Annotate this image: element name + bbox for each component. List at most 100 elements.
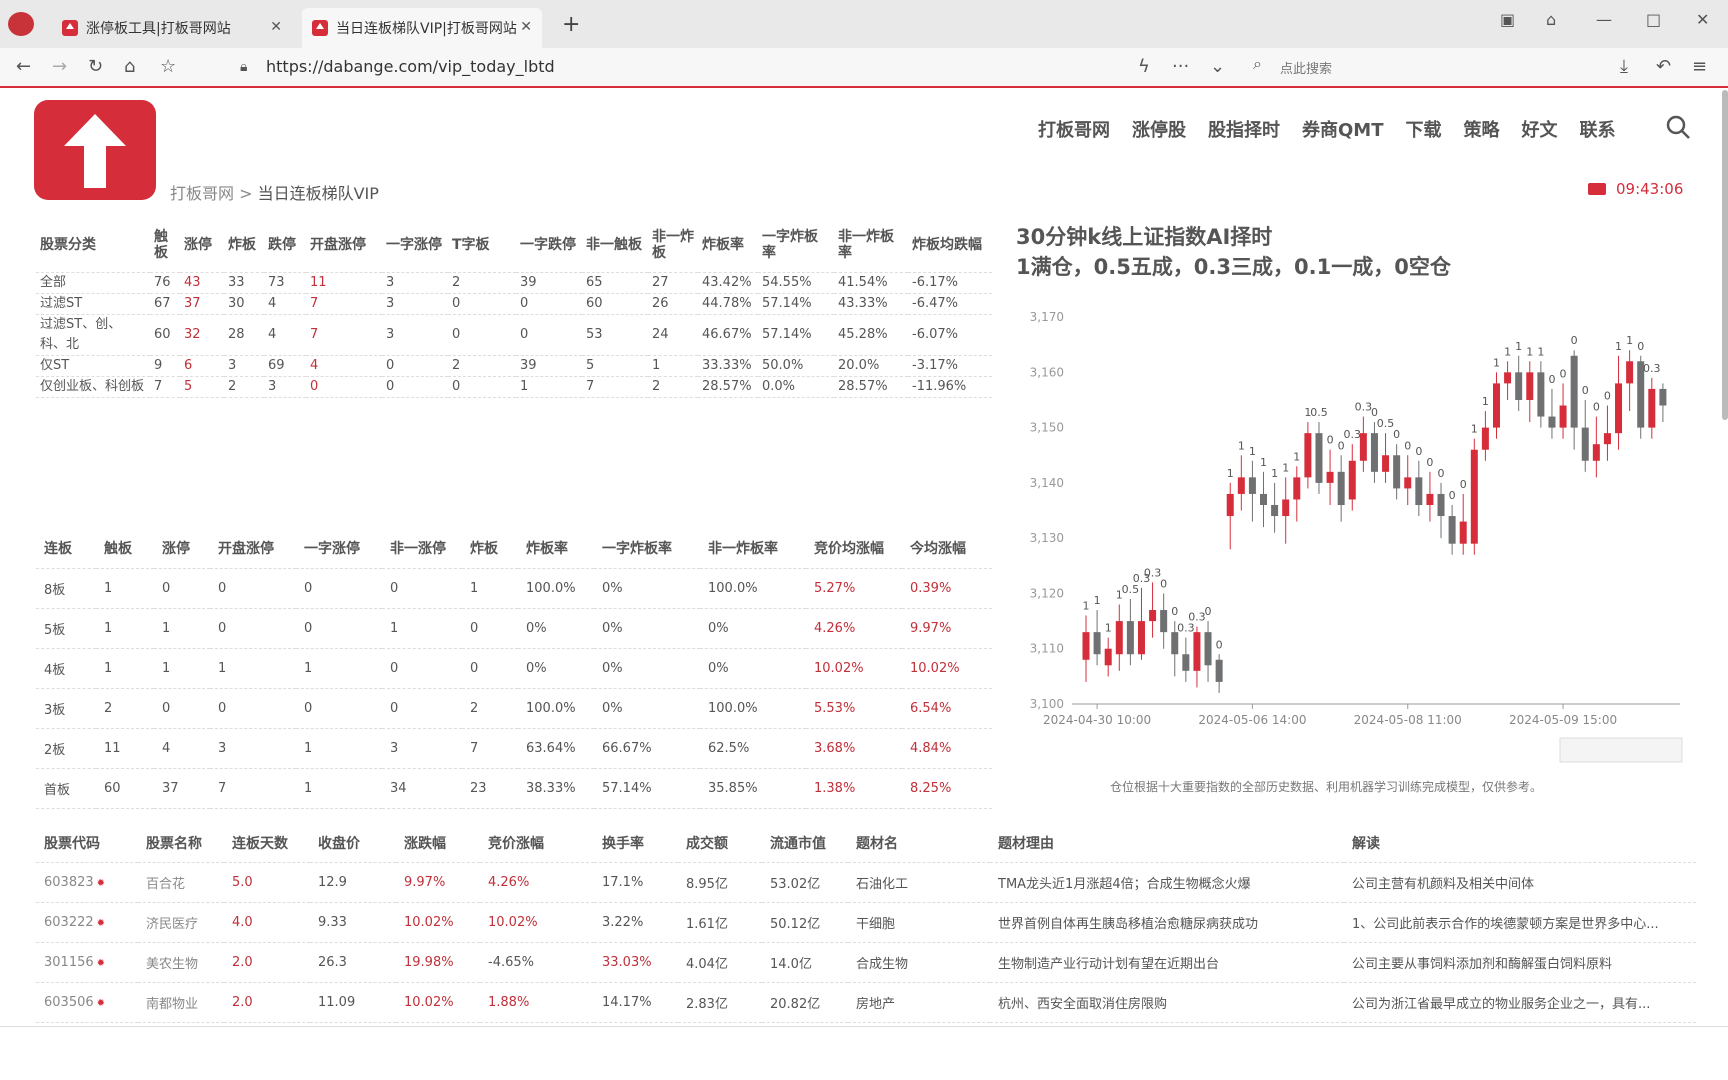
column-header[interactable]: 开盘涨停	[210, 528, 296, 568]
nav-item-home[interactable]: 打板哥网	[1038, 116, 1110, 142]
column-header[interactable]: 竞价涨幅	[480, 824, 594, 862]
nav-item-strategy[interactable]: 策略	[1464, 116, 1500, 142]
column-header[interactable]: 炸板率	[518, 528, 594, 568]
lightning-icon[interactable]: ϟ	[1138, 56, 1150, 77]
table-cell: 57.14%	[602, 780, 652, 796]
tab-ladder-vip[interactable]: 当日连板梯队VIP|打板哥网站 ✕	[302, 8, 542, 48]
table-row[interactable]: 仅ST 9 6 3 69 4 0 2 39 5 1 33.33% 50.0% 20.0% -3.17%	[36, 355, 992, 376]
column-header[interactable]: 开盘涨停	[306, 218, 382, 272]
nav-item-timing[interactable]: 股指择时	[1208, 116, 1280, 142]
back-icon[interactable]: ←	[16, 56, 31, 77]
column-header[interactable]: 非一炸板	[648, 218, 698, 272]
column-header[interactable]: 涨停	[180, 218, 224, 272]
column-header[interactable]: T字板	[448, 218, 516, 272]
column-header[interactable]: 触板	[150, 218, 180, 272]
table-row[interactable]: 4板 1 1 1 1 0 0 0% 0% 0% 10.02% 10.02%	[36, 648, 992, 688]
column-header[interactable]: 流通市值	[762, 824, 848, 862]
table-row[interactable]: 603222 ✹ 济民医疗 4.0 9.33 10.02% 10.02% 3.22% 1.61亿…	[36, 902, 1696, 942]
column-header[interactable]: 题材理由	[990, 824, 1344, 862]
lock-icon[interactable]: 🔒︎	[240, 59, 247, 75]
home-icon[interactable]: ⌂	[124, 56, 135, 77]
column-header[interactable]: 题材名	[848, 824, 990, 862]
maximize-icon[interactable]: □	[1646, 10, 1661, 29]
undo-icon[interactable]: ↶	[1656, 56, 1671, 77]
breadcrumb-home[interactable]: 打板哥网	[170, 184, 234, 203]
column-header[interactable]: 非一涨停	[382, 528, 462, 568]
column-header[interactable]: 股票代码	[36, 824, 138, 862]
tab-limit-up-tool[interactable]: 涨停板工具|打板哥网站 ✕	[52, 8, 292, 48]
table-row[interactable]: 2板 11 4 3 1 3 7 63.64% 66.67% 62.5% 3.68% 4.84%	[36, 728, 992, 768]
table-cell: 26	[652, 295, 669, 311]
table-row[interactable]: 8板 1 0 0 0 0 1 100.0% 0% 100.0% 5.27% 0.39%	[36, 568, 992, 608]
column-header[interactable]: 连板	[36, 528, 96, 568]
table-cell: 0	[452, 326, 461, 342]
column-header[interactable]: 一字涨停	[296, 528, 382, 568]
reload-icon[interactable]: ↻	[88, 56, 103, 77]
column-header[interactable]: 炸板	[462, 528, 518, 568]
column-header[interactable]: 收盘价	[310, 824, 396, 862]
column-header[interactable]: 炸板均跌幅	[908, 218, 992, 272]
tab-count-icon[interactable]: ▣	[1500, 10, 1515, 29]
star-icon[interactable]: ☆	[160, 56, 176, 77]
table-row[interactable]: 603823 ✹ 百合花 5.0 12.9 9.97% 4.26% 17.1% 8.95亿 53.…	[36, 862, 1696, 902]
browser-logo-icon[interactable]	[8, 12, 34, 36]
column-header[interactable]: 一字炸板率	[758, 218, 834, 272]
page-scrollbar[interactable]	[1722, 90, 1728, 420]
table-cell: 76	[154, 274, 171, 290]
download-icon[interactable]: ⤓	[1620, 56, 1628, 77]
close-tab-icon[interactable]: ✕	[520, 19, 532, 35]
search-icon[interactable]: ⌕	[1253, 54, 1262, 74]
minimize-icon[interactable]: —	[1596, 10, 1612, 29]
column-header[interactable]: 一字炸板率	[594, 528, 700, 568]
column-header[interactable]: 一字涨停	[382, 218, 448, 272]
column-header[interactable]: 非一触板	[582, 218, 648, 272]
chevron-down-icon[interactable]: ⌄	[1210, 56, 1225, 77]
stock-code: 603823 ✹	[44, 874, 106, 890]
column-header[interactable]: 跌停	[264, 218, 306, 272]
forward-icon[interactable]: →	[52, 56, 67, 77]
column-header[interactable]: 一字跌停	[516, 218, 582, 272]
column-header[interactable]: 涨停	[154, 528, 210, 568]
table-row[interactable]: 5板 1 1 0 0 1 0 0% 0% 0% 4.26% 9.97%	[36, 608, 992, 648]
table-row[interactable]: 首板 60 37 7 1 34 23 38.33% 57.14% 35.85% 1.38% 8.25%	[36, 768, 992, 808]
nav-item-articles[interactable]: 好文	[1522, 116, 1558, 142]
column-header[interactable]: 非一炸板率	[834, 218, 908, 272]
table-row[interactable]: 603506 ✹ 南都物业 2.0 11.09 10.02% 1.88% 14.17% 2.83…	[36, 982, 1696, 1022]
new-tab-button[interactable]: +	[562, 12, 580, 37]
table-row[interactable]: 301156 ✹ 美农生物 2.0 26.3 19.98% -4.65% 33.03% 4.04…	[36, 942, 1696, 982]
column-header[interactable]: 今均涨幅	[902, 528, 992, 568]
table-row[interactable]: 全部 76 43 33 73 11 3 2 39 65 27 43.42% 54.55% 41.54% -6…	[36, 272, 992, 293]
table-row[interactable]: 过滤ST、创、科、北 60 32 28 4 7 3 0 0 53 24 46.67% 57.14% 45.…	[36, 314, 992, 355]
column-header[interactable]: 触板	[96, 528, 154, 568]
table-row[interactable]: 过滤ST 67 37 30 4 7 3 0 0 60 26 44.78% 57.14% 43.33% -6.…	[36, 293, 992, 314]
url-field[interactable]: https://dabange.com/vip_today_lbtd	[266, 57, 555, 76]
table-row[interactable]: 仅创业板、科创板 7 5 2 3 0 0 0 1 7 2 28.57% 0.0% 28.57% -11.96…	[36, 376, 992, 397]
column-header[interactable]: 成交额	[678, 824, 762, 862]
table-row[interactable]: 3板 2 0 0 0 0 2 100.0% 0% 100.0% 5.53% 6.54%	[36, 688, 992, 728]
table-cell: 0	[452, 295, 461, 311]
site-logo[interactable]	[34, 100, 156, 200]
column-header[interactable]: 非一炸板率	[700, 528, 806, 568]
nav-item-contact[interactable]: 联系	[1580, 116, 1616, 142]
column-header[interactable]: 炸板	[224, 218, 264, 272]
close-price: 26.3	[318, 954, 347, 970]
more-icon[interactable]: ···	[1172, 56, 1189, 77]
menu-icon[interactable]: ≡	[1692, 56, 1707, 77]
nav-item-download[interactable]: 下载	[1406, 116, 1442, 142]
search-input[interactable]: 点此搜索	[1280, 58, 1332, 77]
nav-item-limit-up[interactable]: 涨停股	[1132, 116, 1186, 142]
column-header[interactable]: 涨跌幅	[396, 824, 480, 862]
zoom-slider-handle[interactable]	[1559, 737, 1683, 763]
column-header[interactable]: 竞价均涨幅	[806, 528, 902, 568]
close-tab-icon[interactable]: ✕	[270, 19, 282, 35]
column-header[interactable]: 炸板率	[698, 218, 758, 272]
close-window-icon[interactable]: ✕	[1696, 10, 1709, 29]
column-header[interactable]: 股票名称	[138, 824, 224, 862]
site-search-icon[interactable]	[1665, 114, 1691, 140]
column-header[interactable]: 股票分类	[36, 218, 150, 272]
shirt-icon[interactable]: ⌂	[1546, 10, 1556, 29]
column-header[interactable]: 解读	[1344, 824, 1696, 862]
column-header[interactable]: 换手率	[594, 824, 678, 862]
nav-item-qmt[interactable]: 券商QMT	[1302, 116, 1384, 142]
column-header[interactable]: 连板天数	[224, 824, 310, 862]
